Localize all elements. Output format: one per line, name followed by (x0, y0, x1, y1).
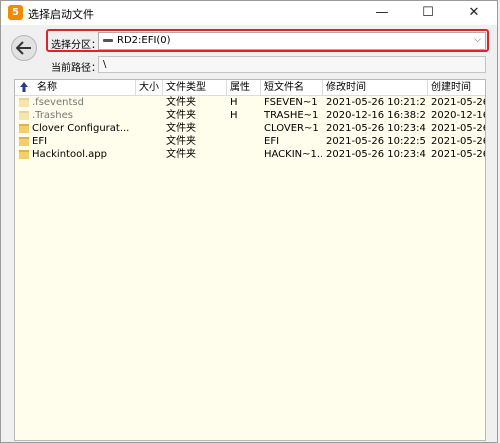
select-boot-file-dialog: 5 选择启动文件 — ☐ ✕ 选择分区： RD2:EFI(0) ⌵ 当前路径： … (0, 0, 498, 443)
title-bar: 5 选择启动文件 — ☐ ✕ (1, 1, 497, 25)
folder-icon (19, 150, 29, 159)
header-short-name[interactable]: 短文件名 (264, 80, 322, 95)
item-size (139, 96, 161, 109)
item-attr (230, 148, 258, 161)
header-size[interactable]: 大小 (139, 80, 161, 95)
back-arrow-icon (16, 41, 31, 55)
item-attr (230, 122, 258, 135)
item-created: 2021-05-26 (431, 149, 485, 160)
disk-icon (103, 39, 113, 42)
list-header: 名称 大小 文件类型 属性 短文件名 修改时间 创建时间 (15, 80, 485, 96)
back-button[interactable] (11, 35, 37, 61)
list-item[interactable]: Clover Configurat... 文件夹 CLOVER~1 2021-0… (15, 122, 485, 135)
item-short-name: EFI (264, 136, 280, 147)
item-attr: H (230, 97, 238, 108)
item-modified: 2021-05-26 10:22:52 (326, 136, 426, 147)
item-created: 2021-05-26 (431, 136, 485, 147)
header-created[interactable]: 创建时间 (431, 80, 485, 95)
item-size (139, 148, 161, 161)
item-name: .fseventsd (32, 97, 84, 108)
partition-value: RD2:EFI(0) (117, 35, 171, 46)
item-modified: 2021-05-26 10:21:22 (326, 97, 426, 108)
list-item[interactable]: Hackintool.app 文件夹 HACKIN~1... 2021-05-2… (15, 148, 485, 161)
header-modified[interactable]: 修改时间 (326, 80, 424, 95)
header-attr[interactable]: 属性 (230, 80, 258, 95)
folder-icon (19, 124, 29, 133)
partition-label: 选择分区： (51, 40, 101, 51)
folder-icon (19, 137, 29, 146)
list-item[interactable]: .Trashes 文件夹 H TRASHE~1 2020-12-16 16:38… (15, 109, 485, 122)
item-short-name: FSEVEN~1 (264, 97, 318, 108)
item-short-name: HACKIN~1... (264, 149, 322, 160)
item-type: 文件夹 (166, 110, 196, 121)
item-modified: 2021-05-26 10:23:40 (326, 149, 426, 160)
close-button[interactable]: ✕ (451, 1, 497, 25)
item-modified: 2020-12-16 16:38:22 (326, 110, 426, 121)
item-type: 文件夹 (166, 149, 196, 160)
up-arrow-icon[interactable] (19, 81, 29, 93)
partition-select[interactable]: RD2:EFI(0) ⌵ (98, 32, 486, 50)
item-type: 文件夹 (166, 136, 196, 147)
item-type: 文件夹 (166, 97, 196, 108)
header-name[interactable]: 名称 (37, 80, 137, 95)
item-name: EFI (32, 136, 48, 147)
chevron-down-icon[interactable]: ⌵ (474, 35, 481, 45)
path-label: 当前路径： (51, 63, 101, 74)
item-created: 2021-05-26 (431, 97, 485, 108)
item-type: 文件夹 (166, 123, 196, 134)
item-size (139, 109, 161, 122)
app-icon: 5 (8, 5, 23, 20)
file-list[interactable]: 名称 大小 文件类型 属性 短文件名 修改时间 创建时间 .fseventsd … (14, 79, 486, 441)
folder-icon (19, 111, 29, 120)
list-item[interactable]: .fseventsd 文件夹 H FSEVEN~1 2021-05-26 10:… (15, 96, 485, 109)
header-type[interactable]: 文件类型 (166, 80, 224, 95)
minimize-button[interactable]: — (359, 1, 405, 25)
item-attr (230, 135, 258, 148)
item-name: .Trashes (32, 110, 73, 121)
item-short-name: TRASHE~1 (264, 110, 319, 121)
item-name: Hackintool.app (32, 149, 107, 160)
current-path-field[interactable]: \ (98, 56, 486, 73)
window-title: 选择启动文件 (28, 8, 94, 21)
list-item[interactable]: EFI 文件夹 EFI 2021-05-26 10:22:52 2021-05-… (15, 135, 485, 148)
folder-icon (19, 98, 29, 107)
item-created: 2021-05-26 (431, 123, 485, 134)
item-size (139, 135, 161, 148)
item-modified: 2021-05-26 10:23:40 (326, 123, 426, 134)
item-attr: H (230, 110, 238, 121)
item-created: 2020-12-16 (431, 110, 485, 121)
item-short-name: CLOVER~1 (264, 123, 319, 134)
item-name: Clover Configurat... (32, 123, 130, 134)
item-size (139, 122, 161, 135)
maximize-button[interactable]: ☐ (405, 1, 451, 25)
